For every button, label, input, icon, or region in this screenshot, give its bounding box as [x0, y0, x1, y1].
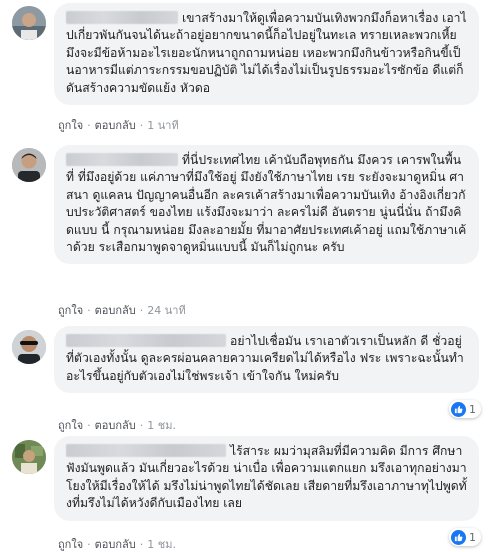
avatar[interactable]: [12, 6, 46, 40]
separator-dot: ·: [139, 538, 144, 551]
comment-actions: ถูกใจ · ตอบกลับ · 1 ชม.: [58, 419, 176, 433]
user-avatar-icon: [12, 148, 46, 182]
reaction-number: 1: [469, 402, 476, 416]
reply-link[interactable]: ตอบกลับ: [95, 119, 136, 132]
comment-bubble: ที่นี่ประเทศไทย เค้านับถือพุทธกัน มึงควร…: [54, 145, 479, 265]
user-avatar-icon: [12, 330, 46, 364]
user-avatar-icon: [12, 6, 46, 40]
separator-dot: ·: [139, 419, 144, 432]
reaction-count[interactable]: 1: [449, 528, 481, 546]
like-link[interactable]: ถูกใจ: [58, 419, 83, 432]
separator-dot: ·: [87, 538, 91, 551]
commenter-name-redacted[interactable]: [66, 153, 178, 166]
like-link[interactable]: ถูกใจ: [58, 304, 83, 317]
like-link[interactable]: ถูกใจ: [58, 538, 83, 551]
separator-dot: ·: [139, 119, 144, 132]
reaction-number: 1: [469, 530, 476, 544]
comment-time[interactable]: 1 นาที: [147, 119, 178, 132]
reply-link[interactable]: ตอบกลับ: [95, 538, 136, 551]
user-avatar-icon: [12, 440, 46, 474]
reply-link[interactable]: ตอบกลับ: [95, 304, 136, 317]
commenter-name-redacted[interactable]: [66, 11, 178, 24]
comment-bubble: ไร้สาระ ผมว่ามุสลิมที่มีความคิด มีการ ศึ…: [54, 436, 479, 521]
thumbs-up-icon: [451, 401, 466, 417]
comment-time[interactable]: 24 นาที: [147, 304, 185, 317]
commenter-name-redacted[interactable]: [66, 334, 226, 347]
separator-dot: ·: [87, 304, 91, 317]
separator-dot: ·: [87, 119, 91, 132]
like-link[interactable]: ถูกใจ: [58, 119, 83, 132]
avatar[interactable]: [12, 148, 46, 182]
comment-bubble: เขาสร้างมาให้ดูเพื่อความบันเทิงพวกมึงก็อ…: [54, 3, 479, 106]
separator-dot: ·: [87, 419, 91, 432]
avatar[interactable]: [12, 330, 46, 364]
avatar[interactable]: [12, 440, 46, 474]
comment-time[interactable]: 1 ชม.: [147, 419, 176, 432]
reply-link[interactable]: ตอบกลับ: [95, 419, 136, 432]
comment-actions: ถูกใจ · ตอบกลับ · 24 นาที: [58, 304, 186, 318]
comment-bubble: อย่าไปเชื่อมัน เราเอาตัวเราเป็นหลัก ดี ช…: [54, 326, 479, 394]
separator-dot: ·: [139, 304, 144, 317]
comment-time[interactable]: 1 ชม.: [147, 538, 176, 551]
thumbs-up-icon: [451, 529, 466, 545]
reaction-count[interactable]: 1: [449, 400, 481, 418]
commenter-name-redacted[interactable]: [66, 444, 226, 457]
comment-actions: ถูกใจ · ตอบกลับ · 1 นาที: [58, 119, 179, 133]
comment-text: ที่นี่ประเทศไทย เค้านับถือพุทธกัน มึงควร…: [66, 153, 467, 255]
